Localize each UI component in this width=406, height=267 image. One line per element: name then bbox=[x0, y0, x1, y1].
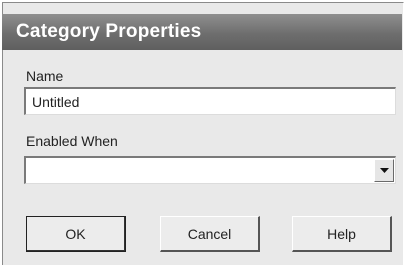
dropdown-arrow-button[interactable] bbox=[374, 159, 394, 182]
name-input[interactable] bbox=[24, 87, 396, 115]
name-label: Name bbox=[26, 68, 64, 84]
enabled-when-dropdown[interactable] bbox=[24, 156, 396, 184]
enabled-when-label: Enabled When bbox=[26, 133, 118, 149]
dropdown-arrow-icon bbox=[379, 168, 389, 173]
dialog-title: Category Properties bbox=[16, 21, 202, 42]
cancel-button[interactable]: Cancel bbox=[160, 216, 260, 252]
dialog-title-bar[interactable]: Category Properties bbox=[2, 14, 402, 50]
ok-button[interactable]: OK bbox=[26, 216, 126, 252]
help-button[interactable]: Help bbox=[292, 216, 392, 252]
